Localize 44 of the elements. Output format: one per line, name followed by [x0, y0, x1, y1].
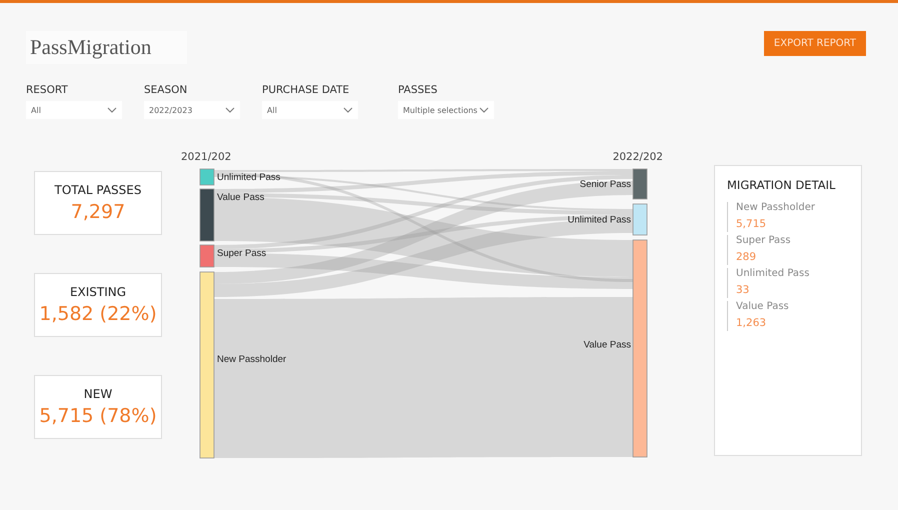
filter-label: PASSES — [398, 84, 438, 96]
kpi-value: 1,582 (22%) — [39, 303, 157, 325]
node-label: Super Pass — [217, 248, 266, 259]
detail-value: 1,263 — [736, 317, 768, 329]
chevron-down-icon — [343, 107, 353, 113]
report-title: PassMigration — [26, 31, 188, 64]
kpi-label: NEW — [84, 387, 112, 401]
kpi-label: TOTAL PASSES — [54, 183, 142, 197]
detail-label: Value Pass — [736, 301, 790, 312]
chevron-down-icon — [225, 107, 235, 113]
detail-label: Unlimited Pass — [736, 268, 810, 279]
detail-value: 33 — [736, 284, 750, 296]
node-label: Senior Pass — [580, 179, 631, 190]
sankey-node[interactable] — [200, 168, 214, 186]
kpi-label: EXISTING — [70, 285, 126, 299]
filter-dropdown[interactable]: All — [26, 101, 122, 119]
filter-label: RESORT — [26, 84, 69, 96]
detail-label: New Passholder — [736, 202, 816, 213]
sankey-node[interactable] — [632, 240, 648, 458]
node-label: Value Pass — [217, 192, 264, 203]
filter-dropdown[interactable]: Multiple selections — [398, 101, 494, 119]
chevron-down-icon — [479, 107, 489, 113]
panel-title: MIGRATION DETAIL — [727, 178, 836, 192]
detail-value: 289 — [736, 251, 758, 263]
sankey-node[interactable] — [200, 244, 214, 268]
sankey-node[interactable] — [632, 168, 648, 200]
filter-dropdown[interactable]: 2022/2023 — [144, 101, 240, 119]
filter-label: SEASON — [144, 84, 188, 96]
kpi-value: 7,297 — [70, 201, 126, 223]
axis-title: 2021/202 — [181, 151, 232, 163]
sankey-node[interactable] — [200, 188, 214, 242]
kpi-value: 5,715 (78%) — [39, 405, 157, 427]
filter-label: PURCHASE DATE — [262, 84, 350, 96]
chevron-down-icon — [107, 107, 117, 113]
node-label: Unlimited Pass — [217, 172, 280, 183]
node-label: New Passholder — [217, 354, 286, 365]
node-label: Value Pass — [584, 340, 631, 350]
node-label: Unlimited Pass — [568, 214, 631, 226]
filter-dropdown[interactable]: All — [262, 101, 358, 119]
sankey-node[interactable] — [200, 272, 214, 458]
sankey-node[interactable] — [632, 204, 648, 236]
detail-value: 5,715 — [736, 218, 768, 230]
detail-label: Super Pass — [736, 235, 792, 246]
axis-title: 2022/202 — [612, 151, 663, 163]
